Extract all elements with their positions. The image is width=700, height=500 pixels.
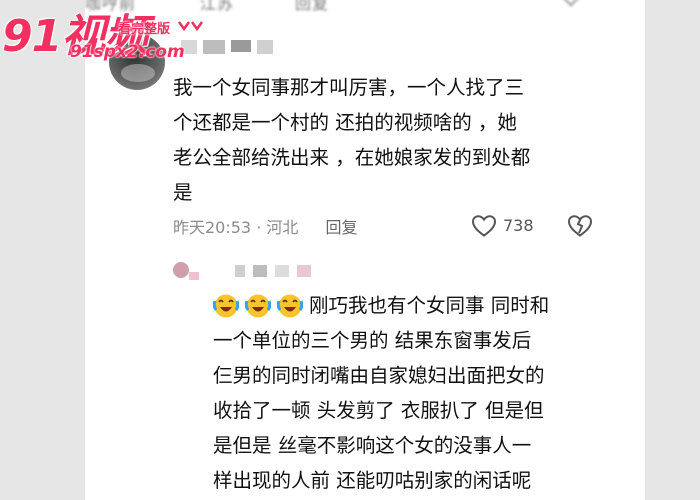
reply-button[interactable]: 回复 bbox=[325, 218, 357, 237]
reply-line: 收拾了一顿 头发剪了 衣服扒了 但是但 bbox=[213, 399, 544, 422]
site-watermark: 91视频 看完整版 91spx2.com bbox=[0, 0, 210, 62]
watermark-tagline: 看完整版 bbox=[118, 22, 171, 37]
reply-line: 是但是 丝毫不影响这个女的没事人一 bbox=[213, 434, 532, 457]
comment-line: 我一个女同事那才叫厉害，一个人找了三 bbox=[173, 76, 525, 99]
comment-line: 个还都是一个村的 还拍的视频啥的 ，她 bbox=[173, 111, 517, 134]
comment-line: 是 bbox=[173, 181, 193, 204]
dislike-heart-icon[interactable] bbox=[567, 213, 593, 239]
double-chevron-down-icon bbox=[178, 21, 204, 32]
reply-username-redacted[interactable] bbox=[235, 265, 319, 277]
chevron-down-icon[interactable] bbox=[562, 0, 580, 7]
comment-line: 老公全部给洗出来 ，在她娘家发的到处都 bbox=[173, 146, 531, 169]
reply-text: 刚巧我也有个女同事 同时和 一个单位的三个男的 结果东窗事发后 仨男的同时闭嘴由… bbox=[213, 288, 633, 498]
reply-line: 一个单位的三个男的 结果东窗事发后 bbox=[213, 329, 532, 352]
comment-meta: 昨天20:53 · 河北 回复 bbox=[173, 214, 357, 238]
comment-thread: 咖哼前 江苏 回复 我一个女同事那才叫厉害，一个人找了三 个还都是一个村的 还拍… bbox=[85, 0, 645, 500]
reply-avatar[interactable] bbox=[173, 262, 189, 278]
comment-time-location: 昨天20:53 · 河北 bbox=[173, 218, 299, 237]
watermark-url: 91spx2.com bbox=[70, 42, 185, 62]
heart-icon bbox=[471, 215, 497, 237]
reply-line: 样出现的人前 还能叨咕别家的闲话呢 bbox=[213, 469, 532, 492]
reply-line: 仨男的同时闭嘴由自家媳妇出面把女的 bbox=[213, 364, 545, 387]
like-count: 738 bbox=[503, 216, 534, 235]
reply-line: 刚巧我也有个女同事 同时和 bbox=[309, 294, 550, 317]
reply-avatar-badge bbox=[189, 272, 199, 280]
comment-text: 我一个女同事那才叫厉害，一个人找了三 个还都是一个村的 还拍的视频啥的 ，她 老… bbox=[173, 70, 603, 210]
faded-reply-button[interactable]: 回复 bbox=[295, 0, 329, 14]
